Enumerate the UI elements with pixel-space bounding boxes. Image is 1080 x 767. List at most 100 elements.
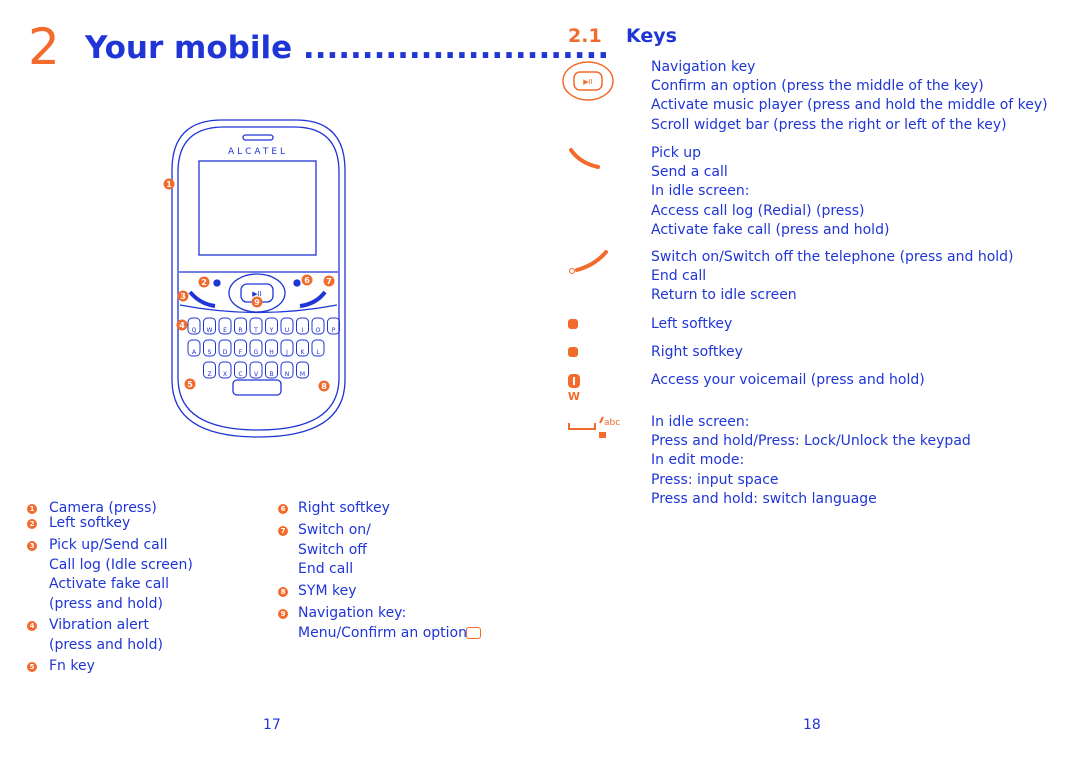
left-softkey-icon <box>568 319 578 329</box>
callout-number: 1 <box>166 180 172 189</box>
space-key <box>232 379 282 396</box>
key-description: End call <box>651 268 707 285</box>
key-description: In idle screen: <box>651 414 750 430</box>
end-call-key <box>299 290 327 308</box>
keyboard-key-label: A <box>192 349 197 356</box>
key-description: Activate fake call (press and hold) <box>651 221 890 238</box>
key-description: Press and hold/Press: Lock/Unlock the ke… <box>651 433 971 450</box>
legend-text: Right softkey <box>298 500 390 516</box>
keyboard-key-label: H <box>269 349 274 356</box>
keyboard-key-label: I <box>302 327 304 334</box>
legend-text: Call log (Idle screen) <box>49 556 193 573</box>
callout-number: 7 <box>326 277 332 286</box>
key-description: Return to idle screen <box>651 287 797 304</box>
callout-number: 4 <box>179 321 185 330</box>
svg-text:▶II: ▶II <box>583 78 593 86</box>
legend-text: Fn key <box>49 658 95 674</box>
key-description: Press: input space <box>651 471 779 488</box>
keyboard-key-label: B <box>269 371 273 378</box>
keyboard-key-label: Y <box>269 327 274 334</box>
keyboard-key-label: Q <box>192 327 197 334</box>
legend-number: 6 <box>278 504 288 514</box>
callout-number: 3 <box>180 292 186 301</box>
key-description: Left softkey <box>651 316 733 332</box>
callout-number: 5 <box>187 380 193 389</box>
key-description: Press and hold: switch language <box>651 490 877 507</box>
legend-number: 9 <box>278 609 288 619</box>
phone-illustration: ALCATEL ▶II Q W E R T Y U I O PA S D F G H J K LZ X C V B N M 1… <box>163 119 346 438</box>
legend-number: 5 <box>27 662 37 672</box>
phone-brand: ALCATEL <box>228 147 288 157</box>
phone-keyboard: Q W E R T Y U I O P A S D F G H J K L Z X C V B N M <box>187 317 340 379</box>
keyboard-key-label: V <box>254 371 259 378</box>
end-call-key-icon <box>569 250 608 274</box>
voicemail-key-icon: W <box>568 374 580 403</box>
keyboard-key-label: X <box>223 371 227 378</box>
key-icons: ▶II W abc <box>562 61 620 438</box>
keyboard-key-label: E <box>223 327 227 334</box>
keyboard-key-label: L <box>316 349 320 356</box>
legend-number: 1 <box>27 504 37 514</box>
key-description: Activate music player (press and hold th… <box>651 97 1048 114</box>
keyboard-key-label: D <box>223 349 228 356</box>
keyboard-key-label: Z <box>207 371 211 378</box>
section-title: Keys <box>626 25 677 47</box>
legend-text: Pick up/Send call <box>49 537 168 553</box>
key-description: Confirm an option (press the middle of t… <box>651 78 984 95</box>
legend-number: 8 <box>278 587 288 597</box>
legend-number: 4 <box>27 621 37 631</box>
key-description: Pick up <box>651 145 702 161</box>
callout-number: 6 <box>304 276 310 285</box>
legend-text: Vibration alert <box>49 617 149 633</box>
keyboard-key-label: C <box>238 371 242 378</box>
svg-text:W: W <box>568 390 580 403</box>
callout-number: 8 <box>321 382 327 391</box>
keyboard-key-label: K <box>301 349 306 356</box>
callout-number: 9 <box>254 298 260 307</box>
key-description: Navigation key <box>651 59 756 75</box>
keyboard-key-label: U <box>285 327 289 334</box>
legend-text: Switch on/ <box>298 522 371 538</box>
legend-text: Activate fake call <box>49 576 170 592</box>
navigation-key-icon: ▶II <box>562 61 614 101</box>
key-description: In edit mode: <box>651 452 745 469</box>
legend-text: (press and hold) <box>49 636 163 653</box>
key-description: Access call log (Redial) (press) <box>651 202 865 219</box>
callout-number: 2 <box>201 278 207 287</box>
page-number-left: 17 <box>263 717 281 733</box>
keyboard-key-label: F <box>239 349 243 356</box>
earpiece <box>242 134 274 141</box>
pick-up-key <box>188 290 216 308</box>
key-description: Right softkey <box>651 344 743 360</box>
key-description: Send a call <box>651 164 728 181</box>
legend-text: Menu/Confirm an option <box>298 624 467 641</box>
phone-body <box>171 119 346 438</box>
legend-text: SYM key <box>298 583 357 599</box>
legend-number: 3 <box>27 541 37 551</box>
legend-number: 2 <box>27 519 37 529</box>
keyboard-key-label: M <box>300 371 305 378</box>
legend-text: (press and hold) <box>49 595 163 612</box>
key-description: In idle screen: <box>651 183 750 200</box>
section-number: 2.1 <box>568 25 602 47</box>
keyboard-key-label: N <box>285 371 290 378</box>
legend-number: 7 <box>278 526 288 536</box>
keyboard-key-label: W <box>207 327 213 334</box>
phone-callouts: 1 2 3 4 5 6 7 8 9 <box>163 178 335 392</box>
pick-up-key-icon <box>569 148 600 169</box>
keyboard-key-label: R <box>238 327 242 334</box>
keyboard-key-label: P <box>332 327 336 334</box>
legend-text: End call <box>298 561 354 577</box>
key-description: Scroll widget bar (press the right or le… <box>651 116 1007 133</box>
manual-spread: 2 Your mobile ..........................… <box>0 0 1080 767</box>
phone-screen <box>198 160 317 256</box>
option-key-icon <box>466 627 481 639</box>
key-description: Switch on/Switch off the telephone (pres… <box>651 249 1014 265</box>
keyboard-key-label: S <box>208 349 212 356</box>
keyboard-key-label: J <box>285 349 288 356</box>
space-lock-key-icon: abc <box>568 416 620 438</box>
legend-text: Switch off <box>298 541 367 558</box>
key-description: Access your voicemail (press and hold) <box>651 372 925 388</box>
keyboard-key-label: O <box>316 327 321 334</box>
legend-text: Left softkey <box>49 515 131 531</box>
